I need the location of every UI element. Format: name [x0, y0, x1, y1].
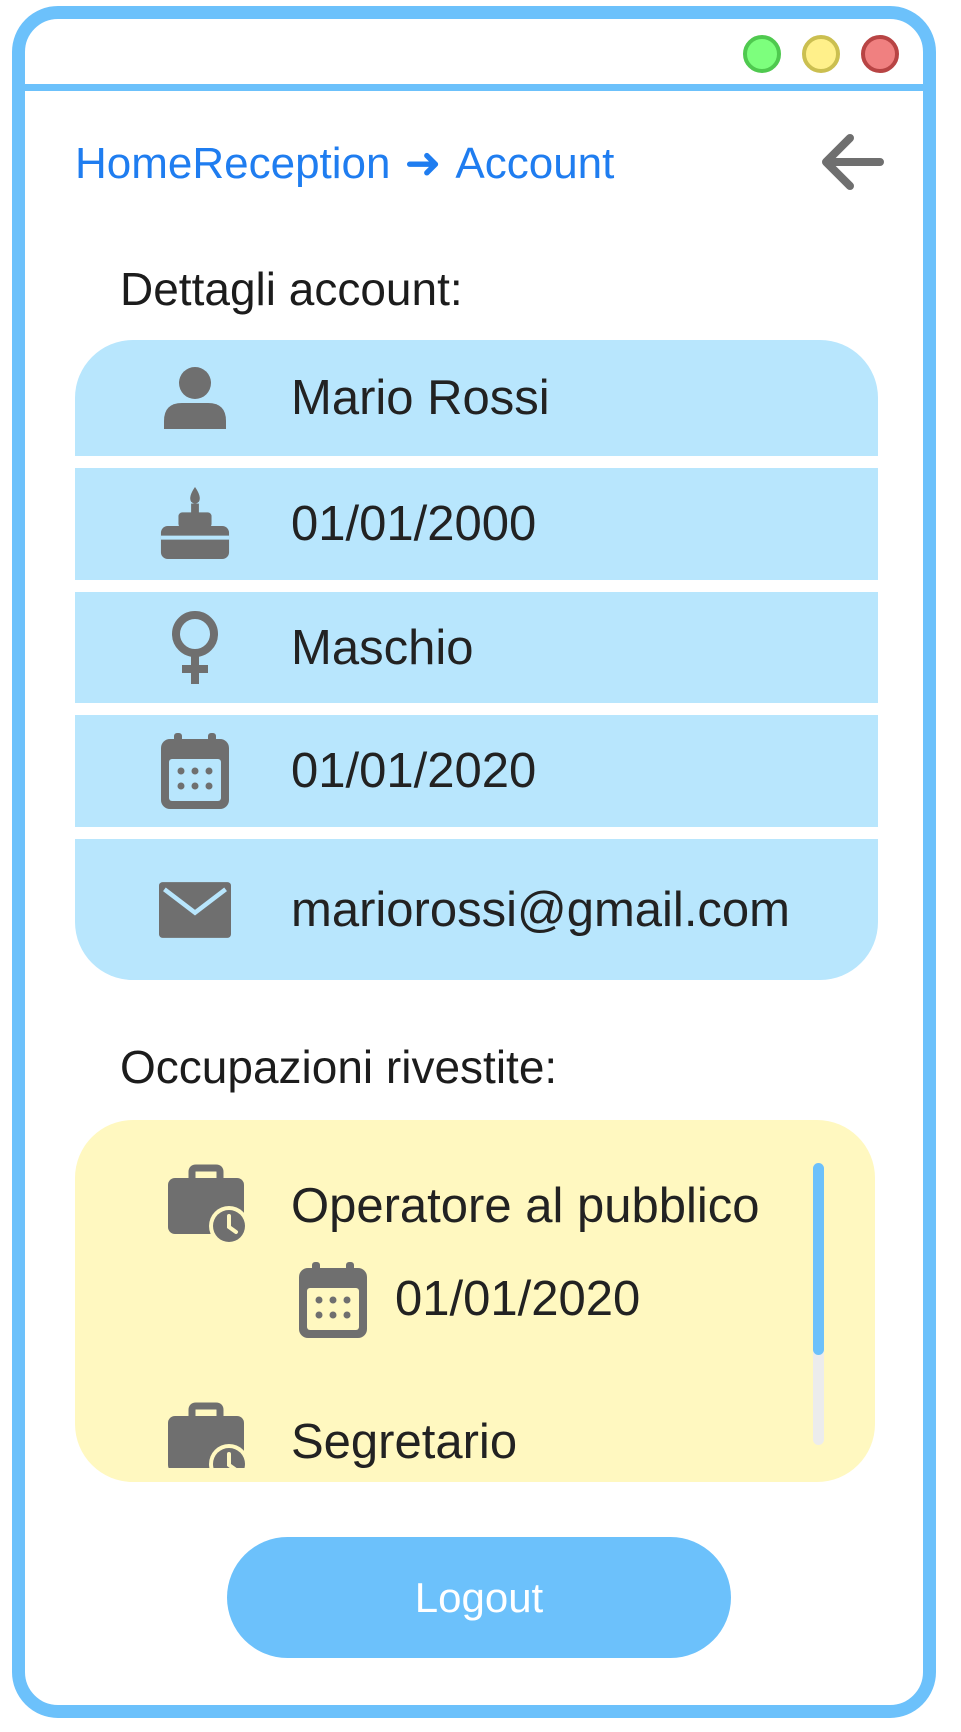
gender-icon	[159, 610, 231, 684]
row-divider	[75, 580, 878, 592]
envelope-icon	[159, 874, 231, 946]
maximize-button[interactable]	[802, 35, 840, 73]
minimize-button[interactable]	[743, 35, 781, 73]
occupation-title: Segretario	[291, 1415, 518, 1468]
briefcase-clock-icon	[168, 1402, 249, 1468]
row-divider	[75, 456, 878, 468]
account-birthdate-value: 01/01/2000	[291, 497, 537, 551]
arrow-left-icon	[822, 134, 884, 190]
account-gender-value: Maschio	[291, 620, 474, 675]
row-divider	[75, 703, 878, 715]
birthday-cake-icon	[159, 487, 231, 560]
occupation-clip: Segretario	[75, 1120, 795, 1468]
user-icon	[159, 362, 231, 434]
titlebar-divider	[12, 84, 936, 91]
close-button[interactable]	[861, 35, 899, 73]
breadcrumb: HomeReception ➜ Account	[75, 138, 614, 189]
row-divider	[75, 827, 878, 839]
logout-button[interactable]: Logout	[227, 1537, 731, 1658]
back-button[interactable]	[812, 124, 892, 204]
account-row-gender: Maschio	[75, 592, 878, 703]
account-email-value: mariorossi@gmail.com	[291, 882, 790, 937]
occupations-scrollbar-thumb[interactable]	[813, 1163, 824, 1355]
breadcrumb-home[interactable]: HomeReception	[75, 139, 391, 189]
occupations-list[interactable]: Operatore al pubblico 01/01/2020 Segreta…	[75, 1120, 875, 1482]
account-row-email: mariorossi@gmail.com	[75, 839, 878, 980]
account-name-value: Mario Rossi	[291, 371, 550, 425]
account-row-name: Mario Rossi	[75, 340, 878, 456]
breadcrumb-arrow-icon: ➜	[404, 139, 442, 188]
account-row-registration-date: 01/01/2020	[75, 715, 878, 827]
calendar-icon	[159, 733, 231, 809]
account-row-birthdate: 01/01/2000	[75, 468, 878, 580]
account-section-title: Dettagli account:	[120, 263, 463, 315]
account-details-card: Mario Rossi 01/01/2000 Maschio 01/01/202…	[75, 340, 878, 980]
breadcrumb-account[interactable]: Account	[455, 139, 614, 189]
account-registration-date-value: 01/01/2020	[291, 744, 537, 798]
occupations-section-title: Occupazioni rivestite:	[120, 1041, 558, 1093]
